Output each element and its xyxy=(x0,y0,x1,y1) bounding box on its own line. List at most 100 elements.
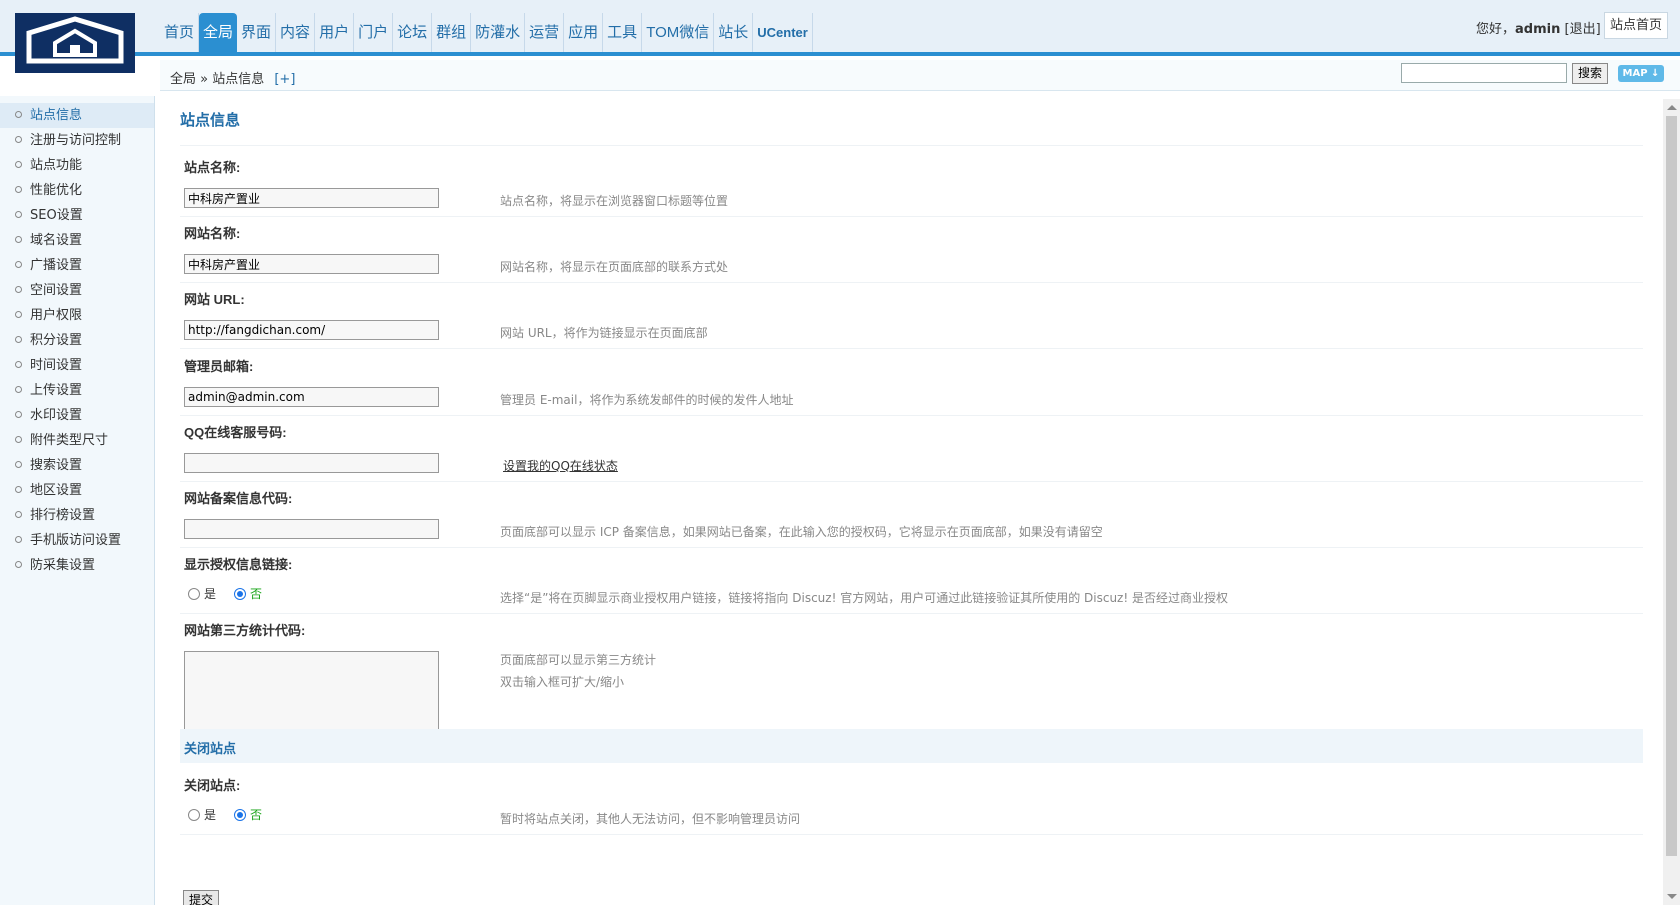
sidebar-item-14[interactable]: 搜索设置 xyxy=(0,453,154,478)
close-site-yes-radio[interactable] xyxy=(188,808,200,821)
sidebar-item-11[interactable]: 上传设置 xyxy=(0,378,154,403)
sidebar-item-18[interactable]: 防采集设置 xyxy=(0,553,154,578)
house-logo-icon[interactable] xyxy=(15,13,135,73)
sidebar-item-2[interactable]: 站点功能 xyxy=(0,153,154,178)
field-web-name: 网站名称: 网站名称，将显示在页面底部的联系方式处 xyxy=(180,212,1643,283)
breadcrumb-path: 全局 » 站点信息 xyxy=(170,72,265,87)
nav-tab-11[interactable]: 工具 xyxy=(603,13,643,52)
sidebar-item-7[interactable]: 空间设置 xyxy=(0,278,154,303)
license-link-yes-radio[interactable] xyxy=(188,587,200,600)
license-link-tip: 选择“是”将在页脚显示商业授权用户链接，链接将指向 Discuz! 官方网站，用… xyxy=(500,591,1228,605)
sidebar-item-13[interactable]: 附件类型尺寸 xyxy=(0,428,154,453)
close-site-yes-label[interactable]: 是 xyxy=(204,806,216,823)
username: admin xyxy=(1515,22,1561,37)
nav-tab-9[interactable]: 运营 xyxy=(525,13,565,52)
sidebar-item-16[interactable]: 排行榜设置 xyxy=(0,503,154,528)
nav-tab-0[interactable]: 首页 xyxy=(160,13,200,52)
sidebar-item-17[interactable]: 手机版访问设置 xyxy=(0,528,154,553)
sidebar-item-9[interactable]: 积分设置 xyxy=(0,328,154,353)
submit-button[interactable]: 提交 xyxy=(183,890,219,905)
close-site-label: 关闭站点: xyxy=(184,778,241,793)
breadcrumb-bar: 全局 » 站点信息 [+] 搜索 MAP ↓ xyxy=(160,60,1680,91)
sidebar: 站点信息 注册与访问控制 站点功能 性能优化 SEO设置 域名设置 广播设置 空间设置 用户权限… xyxy=(0,96,155,905)
field-web-url: 网站 URL: 网站 URL，将作为链接显示在页面底部 xyxy=(180,278,1643,349)
web-url-label: 网站 URL: xyxy=(184,292,245,307)
site-name-label: 站点名称: xyxy=(184,160,241,175)
qq-label: QQ在线客服号码: xyxy=(184,425,287,440)
search-button[interactable]: 搜索 xyxy=(1572,63,1608,84)
close-site-tip: 暂时将站点关闭，其他人无法访问，但不影响管理员访问 xyxy=(500,812,801,826)
sidebar-item-3[interactable]: 性能优化 xyxy=(0,178,154,203)
field-license-link: 显示授权信息链接: 是 否 选择“是”将在页脚显示商业授权用户链接，链接将指向 … xyxy=(180,543,1643,614)
sidebar-item-15[interactable]: 地区设置 xyxy=(0,478,154,503)
close-site-section-header: 关闭站点 xyxy=(180,729,1643,763)
field-qq: QQ在线客服号码: 设置我的QQ在线状态 xyxy=(180,411,1643,482)
top-nav: 首页 全局 界面 内容 用户 门户 论坛 群组 防灌水 运营 应用 工具 TOM微信 站长 UCenter xyxy=(160,13,813,52)
nav-tab-4[interactable]: 用户 xyxy=(315,13,355,52)
scroll-up-icon[interactable] xyxy=(1667,105,1677,110)
nav-tab-8[interactable]: 防灌水 xyxy=(471,13,526,52)
site-name-input[interactable] xyxy=(184,188,439,208)
sidebar-item-12[interactable]: 水印设置 xyxy=(0,403,154,428)
stats-code-textarea[interactable] xyxy=(184,651,439,731)
map-button[interactable]: MAP ↓ xyxy=(1618,65,1664,82)
sidebar-item-4[interactable]: SEO设置 xyxy=(0,203,154,228)
field-icp: 网站备案信息代码: 页面底部可以显示 ICP 备案信息，如果网站已备案，在此输入… xyxy=(180,477,1643,548)
scrollbar-thumb[interactable] xyxy=(1666,116,1677,856)
nav-tab-13[interactable]: 站长 xyxy=(714,13,754,52)
sidebar-item-8[interactable]: 用户权限 xyxy=(0,303,154,328)
icp-label: 网站备案信息代码: xyxy=(184,491,293,506)
web-url-input[interactable] xyxy=(184,320,439,340)
admin-email-input[interactable] xyxy=(184,387,439,407)
admin-search-input[interactable] xyxy=(1401,63,1567,83)
sidebar-item-5[interactable]: 域名设置 xyxy=(0,228,154,253)
nav-tab-12[interactable]: TOM微信 xyxy=(642,13,715,52)
stats-code-label: 网站第三方统计代码: xyxy=(184,623,306,638)
web-name-label: 网站名称: xyxy=(184,226,241,241)
qq-input[interactable] xyxy=(184,453,439,473)
web-name-input[interactable] xyxy=(184,254,439,274)
page-title: 站点信息 xyxy=(180,112,241,129)
nav-tab-7[interactable]: 群组 xyxy=(432,13,472,52)
main-content: 站点信息 站点名称: 站点名称，将显示在浏览器窗口标题等位置 网站名称: 网站名… xyxy=(160,96,1660,905)
web-url-tip: 网站 URL，将作为链接显示在页面底部 xyxy=(500,326,708,340)
sidebar-item-10[interactable]: 时间设置 xyxy=(0,353,154,378)
qq-status-link[interactable]: 设置我的QQ在线状态 xyxy=(503,457,618,474)
field-stats-code: 网站第三方统计代码: 页面底部可以显示第三方统计 双击输入框可扩大/缩小 xyxy=(180,609,1643,731)
nav-tab-10[interactable]: 应用 xyxy=(564,13,604,52)
field-close-site: 关闭站点: 是 否 暂时将站点关闭，其他人无法访问，但不影响管理员访问 xyxy=(180,764,1643,835)
admin-email-label: 管理员邮箱: xyxy=(184,359,254,374)
sidebar-item-6[interactable]: 广播设置 xyxy=(0,253,154,278)
nav-tab-3[interactable]: 内容 xyxy=(276,13,316,52)
field-site-name: 站点名称: 站点名称，将显示在浏览器窗口标题等位置 xyxy=(180,146,1643,217)
scroll-down-icon[interactable] xyxy=(1667,894,1677,899)
nav-tab-5[interactable]: 门户 xyxy=(354,13,394,52)
close-site-section-title: 关闭站点 xyxy=(184,741,237,756)
field-admin-email: 管理员邮箱: 管理员 E-mail，将作为系统发邮件的时候的发件人地址 xyxy=(180,345,1643,416)
nav-tab-6[interactable]: 论坛 xyxy=(393,13,433,52)
vertical-scrollbar[interactable] xyxy=(1663,99,1680,905)
web-name-tip: 网站名称，将显示在页面底部的联系方式处 xyxy=(500,260,729,274)
close-site-no-radio[interactable] xyxy=(234,808,247,821)
nav-tab-1[interactable]: 全局 xyxy=(199,13,238,52)
admin-email-tip: 管理员 E-mail，将作为系统发邮件的时候的发件人地址 xyxy=(500,393,794,407)
sidebar-item-0[interactable]: 站点信息 xyxy=(0,103,154,128)
license-link-no-label[interactable]: 否 xyxy=(250,585,262,602)
license-link-yes-label[interactable]: 是 xyxy=(204,585,216,602)
icp-input[interactable] xyxy=(184,519,439,539)
breadcrumb: 全局 » 站点信息 [+] xyxy=(170,68,295,87)
close-site-radios: 是 否 xyxy=(188,806,280,823)
stats-code-tip-line2: 双击输入框可扩大/缩小 xyxy=(500,675,625,689)
sidebar-item-1[interactable]: 注册与访问控制 xyxy=(0,128,154,153)
license-link-radios: 是 否 xyxy=(188,585,280,602)
nav-tab-14[interactable]: UCenter xyxy=(753,13,813,52)
license-link-no-radio[interactable] xyxy=(234,587,247,600)
logout-link[interactable]: [退出] xyxy=(1565,22,1601,37)
site-home-button[interactable]: 站点首页 xyxy=(1604,12,1668,39)
nav-tab-2[interactable]: 界面 xyxy=(237,13,277,52)
stats-code-tip: 页面底部可以显示第三方统计 双击输入框可扩大/缩小 xyxy=(500,649,656,693)
add-shortcut-link[interactable]: [+] xyxy=(274,72,295,87)
close-site-no-label[interactable]: 否 xyxy=(250,806,262,823)
user-greeting: 您好，admin [退出] xyxy=(1476,18,1601,37)
sidebar-menu: 站点信息 注册与访问控制 站点功能 性能优化 SEO设置 域名设置 广播设置 空间设置 用户权限… xyxy=(0,96,154,578)
